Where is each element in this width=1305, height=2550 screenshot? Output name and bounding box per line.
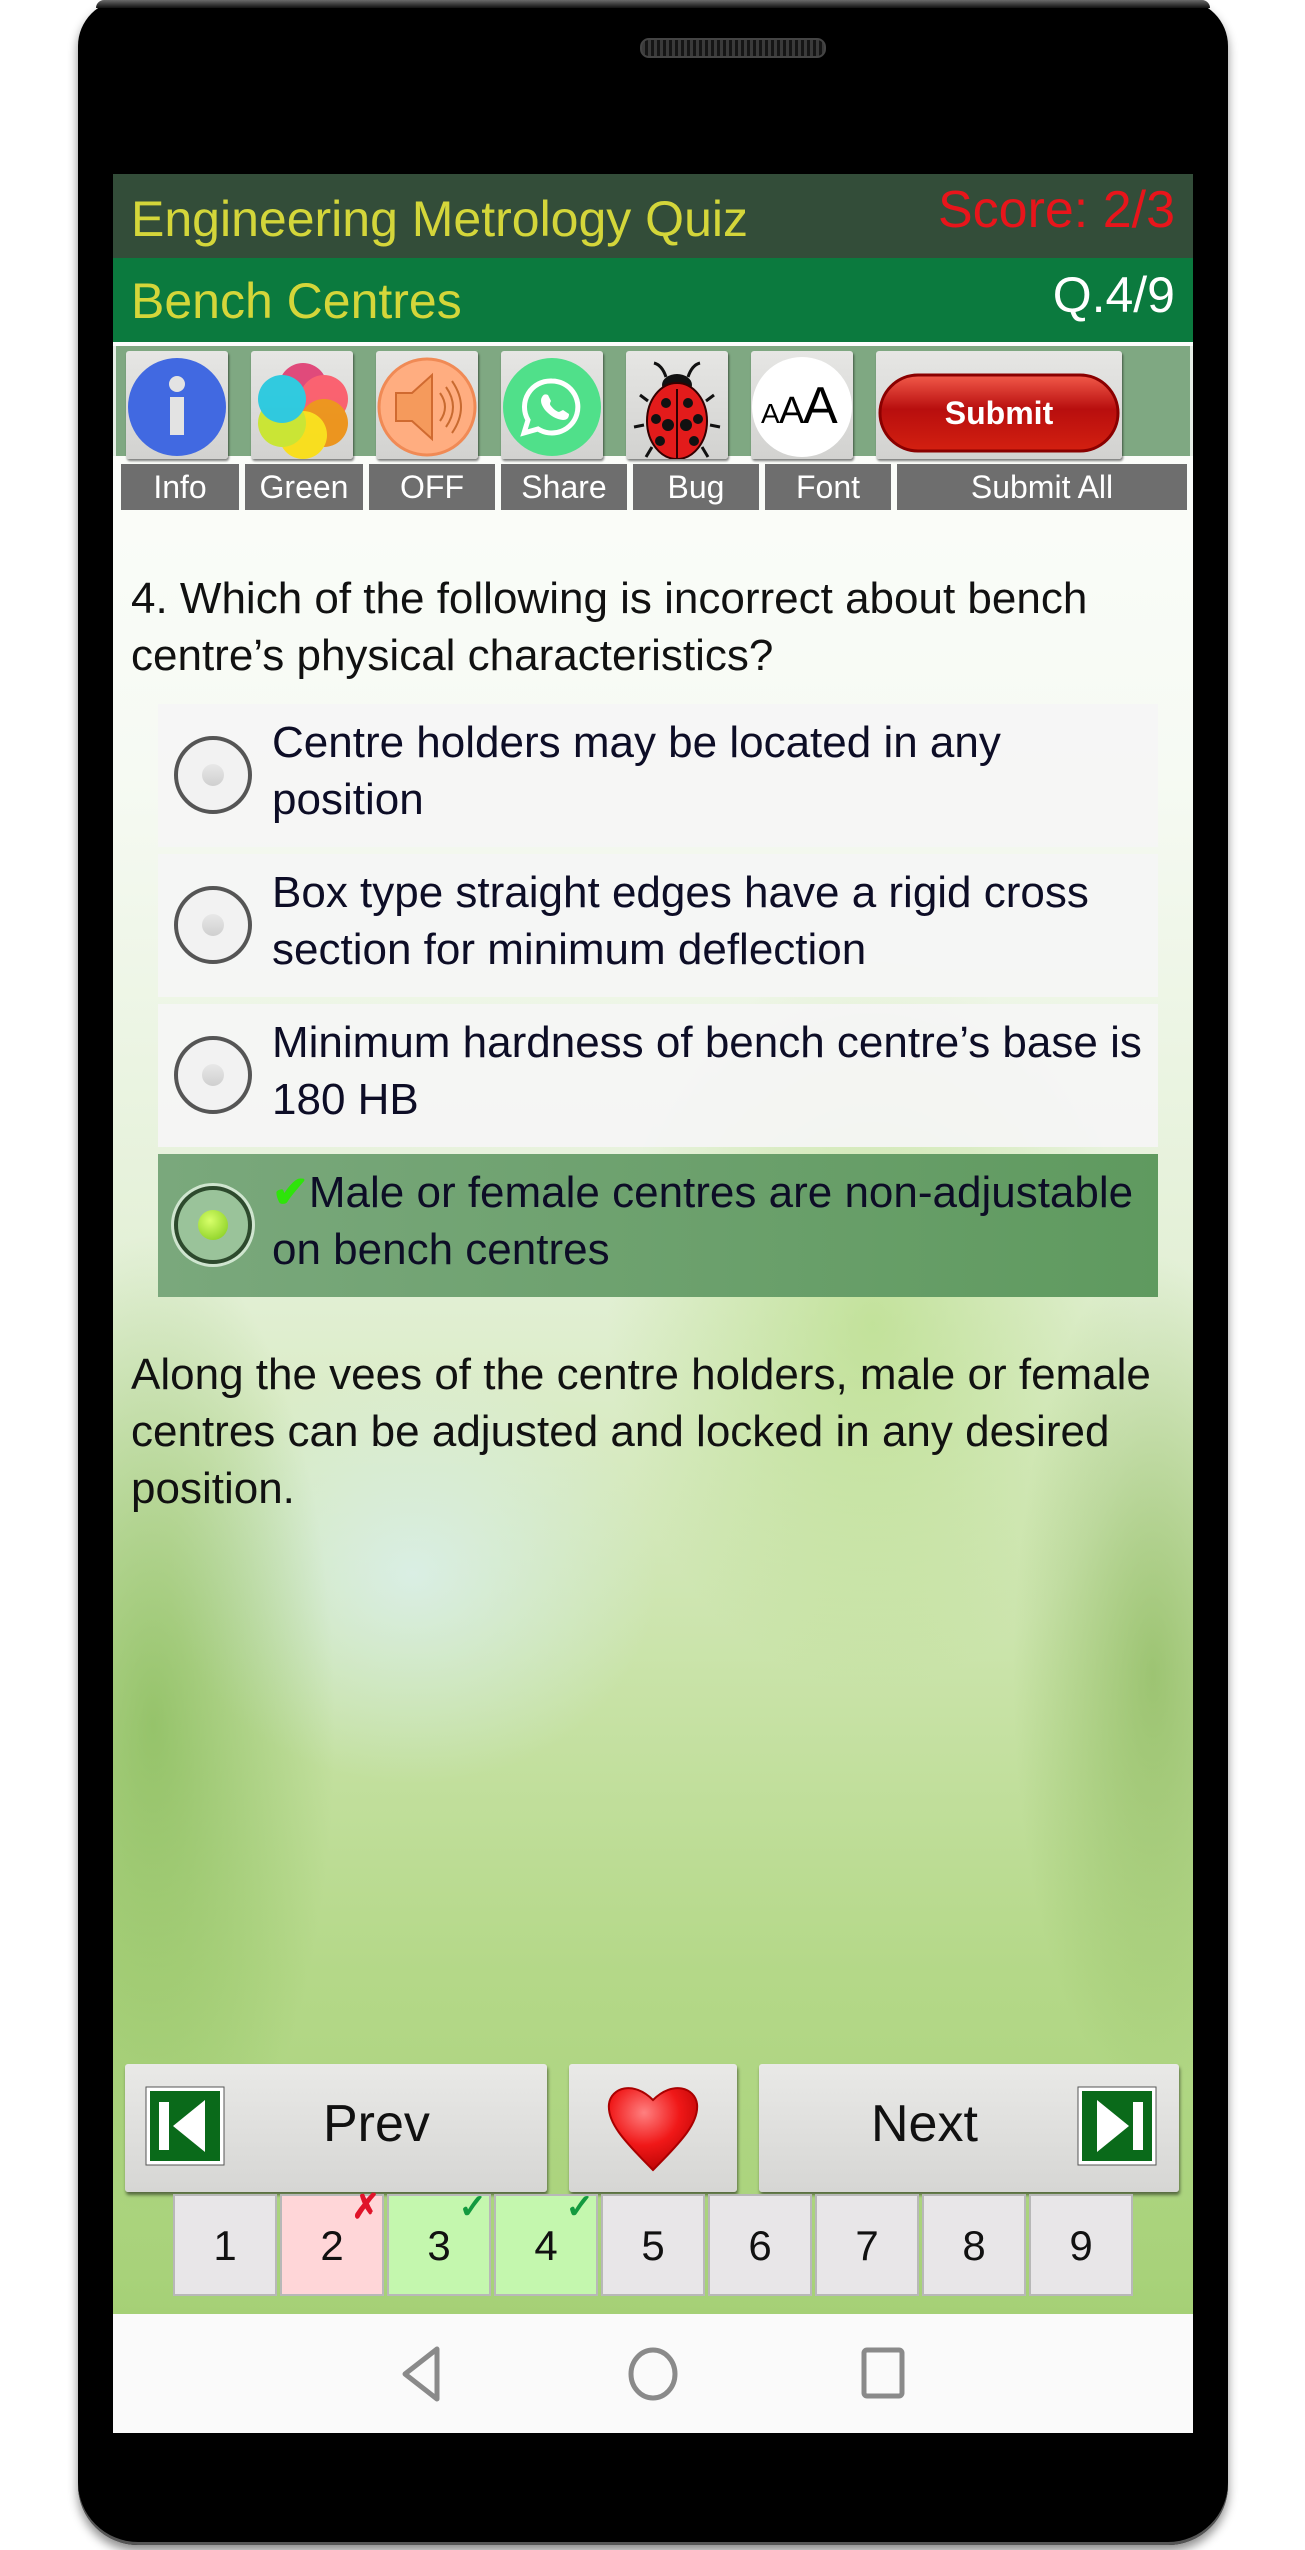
radio-button[interactable] — [174, 736, 252, 814]
radio-button-selected[interactable] — [174, 1186, 252, 1264]
whatsapp-share-icon — [503, 358, 601, 456]
answer-option-3[interactable]: Minimum hardness of bench centre’s base … — [158, 1004, 1158, 1147]
system-navigation-bar — [113, 2314, 1193, 2433]
radio-button[interactable] — [174, 886, 252, 964]
question-cell-9[interactable]: 9 — [1029, 2194, 1133, 2296]
explanation-text: Along the vees of the centre holders, ma… — [131, 1350, 1151, 1513]
question-cell-8[interactable]: 8 — [922, 2194, 1026, 2296]
answer-option-4[interactable]: ✔Male or female centres are non-adjustab… — [158, 1154, 1158, 1297]
cell-number: 1 — [213, 2222, 237, 2269]
speaker-grille — [640, 38, 826, 58]
question-grid: 1 2 ✗ 3 ✓ 4 ✓ 5 6 7 8 9 — [173, 2190, 1139, 2296]
answer-option-1[interactable]: Centre holders may be located in any pos… — [158, 704, 1158, 847]
cell-number: 6 — [748, 2222, 772, 2269]
recents-icon[interactable] — [859, 2344, 909, 2404]
question-cell-2[interactable]: 2 ✗ — [280, 2190, 384, 2296]
option-text: Box type straight edges have a rigid cro… — [272, 868, 1089, 974]
prev-label: Prev — [323, 2095, 430, 2153]
theme-label: Green — [245, 464, 363, 510]
submit-button[interactable]: Submit — [876, 351, 1122, 459]
sound-label: OFF — [369, 464, 495, 510]
svg-text:A: A — [761, 398, 780, 429]
cell-number: 9 — [1069, 2222, 1093, 2269]
option-text: Minimum hardness of bench centre’s base … — [272, 1018, 1142, 1124]
title-bar: Engineering Metrology Quiz Score: 2/3 — [113, 174, 1193, 258]
info-icon — [128, 358, 226, 456]
cell-number: 2 — [320, 2222, 344, 2269]
cell-number: 4 — [534, 2222, 558, 2269]
home-icon[interactable] — [625, 2344, 681, 2404]
question-cell-4[interactable]: 4 ✓ — [494, 2190, 598, 2296]
toolbar: A A A Submit — [113, 346, 1193, 459]
back-icon[interactable] — [397, 2344, 447, 2404]
question-text: 4. Which of the following is incorrect a… — [131, 574, 1088, 680]
svg-text:A: A — [779, 390, 805, 432]
question-counter: Q.4/9 — [1052, 267, 1175, 323]
bug-label: Bug — [633, 464, 759, 510]
bug-report-button[interactable] — [626, 351, 728, 459]
share-label: Share — [501, 464, 627, 510]
submit-button-text: Submit — [944, 395, 1054, 431]
question-cell-3[interactable]: 3 ✓ — [387, 2190, 491, 2296]
next-icon — [1077, 2086, 1157, 2166]
next-button[interactable]: Next — [759, 2064, 1179, 2192]
favorite-button[interactable] — [569, 2064, 737, 2192]
topic-title: Bench Centres — [131, 273, 462, 329]
next-label: Next — [871, 2095, 978, 2153]
speaker-icon — [377, 357, 477, 457]
font-label: Font — [765, 464, 891, 510]
heart-icon — [607, 2087, 699, 2172]
prev-icon — [145, 2086, 225, 2166]
cell-number: 5 — [641, 2222, 665, 2269]
option-text: Centre holders may be located in any pos… — [272, 718, 1001, 824]
answer-option-2[interactable]: Box type straight edges have a rigid cro… — [158, 854, 1158, 997]
ladybug-icon — [633, 361, 721, 459]
color-theme-icon — [258, 363, 348, 459]
info-button[interactable] — [126, 351, 228, 459]
correct-check-icon: ✔ — [272, 1168, 309, 1217]
wrong-mark-icon: ✗ — [351, 2188, 381, 2226]
app-title: Engineering Metrology Quiz — [131, 191, 748, 247]
theme-button[interactable] — [251, 351, 353, 459]
info-label: Info — [121, 464, 239, 510]
question-cell-5[interactable]: 5 — [601, 2194, 705, 2296]
sound-toggle-button[interactable] — [376, 351, 478, 459]
radio-button[interactable] — [174, 1036, 252, 1114]
option-text: ✔Male or female centres are non-adjustab… — [272, 1164, 1142, 1278]
font-size-button[interactable]: A A A — [751, 351, 853, 459]
right-mark-icon: ✓ — [458, 2188, 488, 2226]
question-cell-7[interactable]: 7 — [815, 2194, 919, 2296]
score-display: Score: 2/3 — [937, 181, 1175, 239]
submit-all-label: Submit All — [897, 464, 1187, 510]
option-text-content: Male or female centres are non-adjustabl… — [272, 1168, 1134, 1274]
svg-text:A: A — [803, 377, 838, 435]
question-cell-6[interactable]: 6 — [708, 2194, 812, 2296]
cell-number: 8 — [962, 2222, 986, 2269]
font-size-icon: A A A — [752, 357, 852, 457]
cell-number: 7 — [855, 2222, 879, 2269]
cell-number: 3 — [427, 2222, 451, 2269]
topic-bar: Bench Centres Q.4/9 — [113, 258, 1193, 342]
app-screen: Engineering Metrology Quiz Score: 2/3 Be… — [113, 174, 1193, 2433]
prev-button[interactable]: Prev — [125, 2064, 547, 2192]
question-cell-1[interactable]: 1 — [173, 2194, 277, 2296]
share-button[interactable] — [501, 351, 603, 459]
toolbar-labels: Info Green OFF Share Bug Font Submit All — [113, 464, 1193, 510]
right-mark-icon: ✓ — [565, 2188, 595, 2226]
